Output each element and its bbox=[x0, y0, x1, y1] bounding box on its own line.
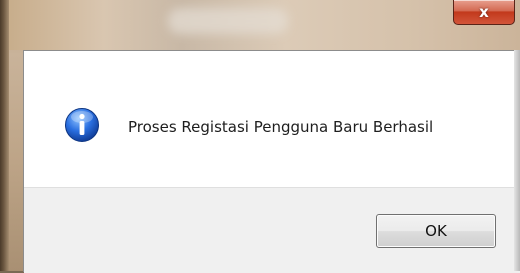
info-icon bbox=[65, 108, 99, 142]
window-left-border bbox=[0, 0, 9, 271]
dialog-client-area: Proses Registasi Pengguna Baru Berhasil … bbox=[23, 50, 520, 273]
window-right-border bbox=[514, 50, 520, 271]
ok-button[interactable]: OK bbox=[376, 214, 496, 248]
window-title-blurred bbox=[168, 8, 288, 34]
message-area: Proses Registasi Pengguna Baru Berhasil bbox=[24, 51, 520, 187]
close-icon: x bbox=[479, 3, 489, 21]
window-close-button[interactable]: x bbox=[453, 0, 515, 25]
dialog-message: Proses Registasi Pengguna Baru Berhasil bbox=[128, 118, 434, 136]
button-bar: OK bbox=[24, 187, 520, 273]
